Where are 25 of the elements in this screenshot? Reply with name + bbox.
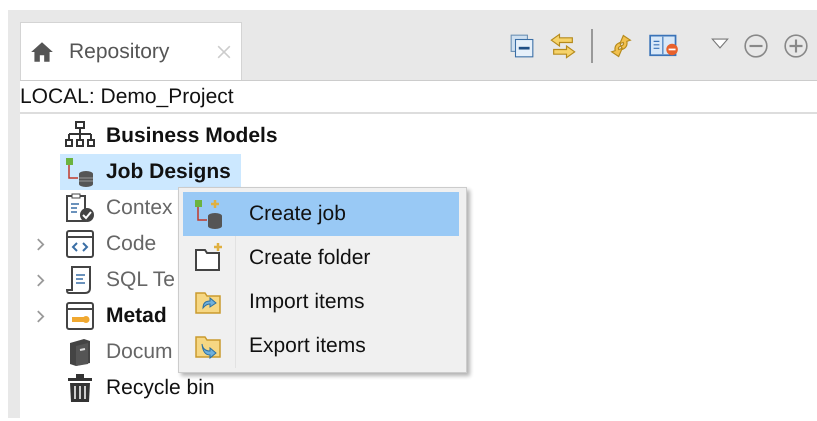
- code-window-icon: [64, 228, 96, 260]
- project-label: LOCAL: Demo_Project: [20, 81, 817, 114]
- job-icon: [64, 156, 96, 188]
- menu-item[interactable]: Create folder: [183, 236, 459, 280]
- close-icon[interactable]: [217, 44, 231, 58]
- chevron-right-icon[interactable]: [36, 308, 44, 324]
- collapse-all-icon[interactable]: [509, 33, 535, 59]
- clipboard-check-icon: [64, 192, 96, 224]
- key-window-icon: [64, 300, 96, 332]
- minimize-icon[interactable]: [743, 33, 769, 59]
- tree-item[interactable]: Metad: [60, 298, 177, 334]
- folder-add-icon: [193, 242, 225, 274]
- job-add-icon: [193, 198, 225, 230]
- menu-item[interactable]: Export items: [183, 324, 459, 368]
- link-arrows-icon[interactable]: [549, 32, 577, 60]
- tree-item[interactable]: Recycle bin: [60, 370, 225, 406]
- view-filter-icon[interactable]: [649, 33, 679, 59]
- dropdown-triangle-icon[interactable]: [711, 38, 729, 49]
- menu-item[interactable]: Import items: [183, 280, 459, 324]
- repository-tab[interactable]: Repository: [20, 22, 242, 80]
- menu-item[interactable]: Create job: [183, 192, 459, 236]
- tree-item[interactable]: Business Models: [60, 118, 288, 154]
- tab-label: Repository: [69, 40, 170, 64]
- tree-item[interactable]: Job Designs: [60, 154, 241, 190]
- maximize-icon[interactable]: [783, 33, 809, 59]
